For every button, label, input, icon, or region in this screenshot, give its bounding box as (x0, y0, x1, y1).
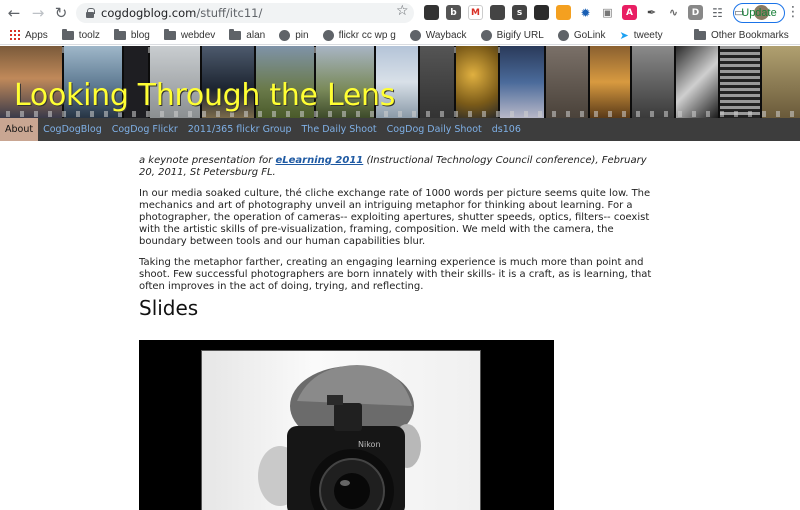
bookmark-tweety[interactable]: ➤ tweety (620, 29, 663, 42)
bookmark-blog[interactable]: blog (113, 28, 150, 41)
extension-wave-icon[interactable]: ∿ (666, 5, 681, 20)
bookmark-label: Bigify URL (496, 29, 544, 41)
globe-icon (409, 29, 421, 41)
banner-photo-rails (720, 46, 760, 118)
reload-icon[interactable]: ↻ (51, 3, 71, 23)
bookmark-label: Apps (25, 29, 48, 41)
main-content: a keynote presentation for eLearning 201… (139, 155, 659, 326)
banner-photo-amber (590, 46, 630, 118)
back-arrow-icon[interactable]: ← (4, 3, 24, 23)
nav-cogdog-flickr[interactable]: CogDog Flickr (107, 118, 183, 141)
extension-pen-icon[interactable]: ✒ (644, 5, 659, 20)
bird-icon: ➤ (619, 29, 629, 42)
nav-daily-shoot[interactable]: The Daily Shoot (297, 118, 382, 141)
apps-grid-icon (10, 30, 20, 40)
folder-icon (694, 29, 706, 40)
bookmark-label: pin (295, 29, 309, 41)
lens-glass (334, 473, 370, 509)
slide-photo: Nikon (201, 350, 481, 510)
site-navigation: About CogDogBlog CogDog Flickr 2011/365 … (0, 118, 800, 141)
bookmark-label: toolz (78, 29, 100, 41)
folder-icon (61, 28, 74, 40)
banner-photo-bw (676, 46, 718, 118)
puzzle-icon[interactable]: ☷ (710, 5, 725, 20)
bookmark-label: flickr cc wp g (338, 29, 396, 41)
bookmark-pin[interactable]: pin (279, 29, 309, 41)
extension-gmail-icon[interactable]: M (468, 5, 483, 20)
globe-icon (279, 29, 291, 41)
globe-icon (322, 29, 334, 41)
bookmark-label: alan (246, 29, 266, 41)
bookmark-flickr[interactable]: flickr cc wp g (322, 29, 396, 41)
extension-s-icon[interactable]: s (512, 5, 527, 20)
intro-prefix: a keynote presentation for (139, 155, 276, 166)
camera-brand: Nikon (358, 440, 381, 449)
bookmark-bigify[interactable]: Bigify URL (480, 29, 544, 41)
menu-kebab-icon[interactable]: ⋮ (786, 4, 800, 20)
slide-embed[interactable]: Nikon (139, 340, 554, 510)
extension-d-icon[interactable]: D (688, 5, 703, 20)
banner-photo-blue (500, 46, 544, 118)
bookmark-star-icon[interactable]: ☆ (396, 3, 409, 19)
camera-prism (334, 403, 362, 431)
globe-icon (480, 29, 492, 41)
bookmark-label: Wayback (425, 29, 467, 41)
extensions-row: b M s ✹ ▣ A ✒ ∿ D ☷ ▭ (424, 5, 769, 20)
bookmarks-bar: Apps toolz blog webdev alan pin flickr c… (0, 26, 800, 45)
nav-cogdog-daily-shoot[interactable]: CogDog Daily Shoot (382, 118, 487, 141)
bookmark-alan[interactable]: alan (229, 28, 266, 41)
bookmark-label: webdev (180, 29, 216, 41)
banner-photo-city (762, 46, 800, 118)
nav-365-flickr-group[interactable]: 2011/365 flickr Group (183, 118, 297, 141)
url-host: cogdogblog.com (101, 6, 197, 20)
elearning-link[interactable]: eLearning 2011 (276, 155, 364, 166)
folder-icon (229, 28, 242, 40)
banner-photo-tools (546, 46, 588, 118)
paragraph-1: In our media soaked culture, thé cliche … (139, 188, 651, 247)
slides-heading: Slides (139, 296, 199, 320)
globe-icon (557, 29, 569, 41)
bookmark-label: blog (130, 29, 150, 41)
site-title[interactable]: Looking Through the Lens (14, 78, 395, 113)
camera-photo-illustration: Nikon (258, 365, 421, 510)
address-bar[interactable]: cogdogblog.com/stuff/itc11/ (76, 3, 414, 23)
extension-color-icon[interactable] (556, 5, 571, 20)
extension-shield-icon[interactable] (490, 5, 505, 20)
extension-b-icon[interactable]: b (446, 5, 461, 20)
bookmark-label: GoLink (573, 29, 606, 41)
nav-ds106[interactable]: ds106 (487, 118, 526, 141)
extension-gear-icon[interactable]: ✹ (578, 5, 593, 20)
paragraph-2: Taking the metaphor farther, creating an… (139, 257, 652, 292)
other-bookmarks-label: Other Bookmarks (711, 30, 789, 41)
banner-photo-grey (632, 46, 674, 118)
nav-about[interactable]: About (0, 118, 39, 141)
lock-icon (86, 8, 95, 18)
banner-photo-building (420, 46, 454, 118)
bookmark-golink[interactable]: GoLink (557, 29, 606, 41)
bookmark-wayback[interactable]: Wayback (409, 29, 467, 41)
bookmark-webdev[interactable]: webdev (163, 28, 216, 41)
bookmark-toolz[interactable]: toolz (61, 28, 100, 41)
other-bookmarks[interactable]: Other Bookmarks (694, 29, 789, 41)
update-button[interactable]: Update (733, 3, 785, 23)
folder-icon (163, 28, 176, 40)
url-path: /stuff/itc11/ (196, 6, 263, 20)
intro-paragraph: a keynote presentation for eLearning 201… (139, 155, 659, 179)
nav-cogdogblog[interactable]: CogDogBlog (38, 118, 107, 141)
bookmark-label: tweety (633, 29, 663, 41)
camera-flash (327, 395, 343, 405)
extension-calendar-icon[interactable] (424, 5, 439, 20)
extension-dots-icon[interactable] (534, 5, 549, 20)
hair-highlight (297, 365, 412, 406)
banner-photo-coins (456, 46, 498, 118)
forward-arrow-icon[interactable]: → (28, 3, 48, 23)
extension-camera-icon[interactable]: ▣ (600, 5, 615, 20)
bookmark-apps[interactable]: Apps (10, 30, 48, 41)
lens-reflection (340, 480, 350, 486)
extension-a-icon[interactable]: A (622, 5, 637, 20)
folder-icon (113, 28, 126, 40)
browser-toolbar: ← → ↻ cogdogblog.com/stuff/itc11/ ☆ b M … (0, 0, 800, 26)
